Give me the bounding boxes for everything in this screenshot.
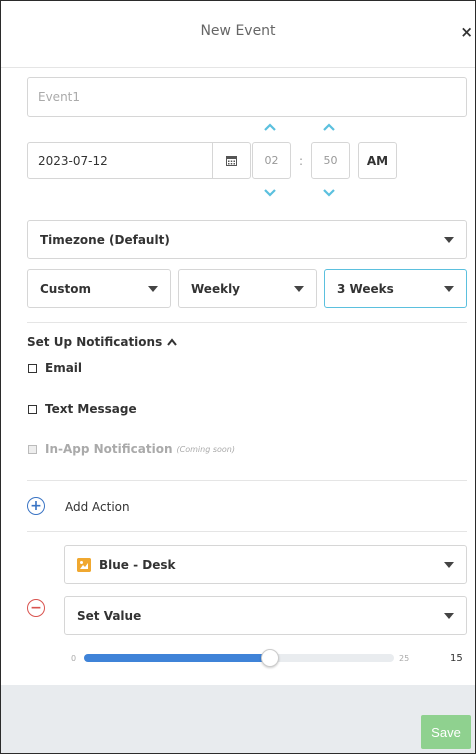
dialog-footer: Save — [1, 685, 475, 753]
new-event-dialog: New Event × 2023-07-12 02 : — [0, 0, 476, 754]
in-app-label: In-App Notification — [45, 442, 173, 456]
date-value: 2023-07-12 — [38, 153, 108, 168]
divider — [27, 480, 467, 481]
add-action-button[interactable]: + — [27, 497, 45, 515]
caret-down-icon — [148, 285, 158, 292]
notifications-title: Set Up Notifications — [27, 335, 163, 349]
dialog-title: New Event — [200, 23, 276, 39]
recurrence-type-value: Custom — [40, 281, 91, 296]
value-slider-handle[interactable] — [261, 649, 279, 667]
slider-max-label: 25 — [399, 654, 410, 663]
recurrence-frequency-select[interactable]: Weekly — [178, 269, 317, 308]
slider-value-readout: 15 — [450, 653, 463, 664]
text-message-label: Text Message — [45, 402, 137, 416]
email-label: Email — [45, 361, 83, 375]
in-app-checkbox — [28, 444, 37, 454]
hour-down-chevron-icon[interactable] — [264, 188, 276, 198]
caret-down-icon — [444, 612, 454, 619]
email-checkbox[interactable] — [28, 363, 37, 373]
email-checkbox-row[interactable]: Email — [28, 361, 82, 375]
minute-field[interactable]: 50 — [311, 142, 350, 179]
chevron-up-icon — [167, 338, 178, 346]
caret-down-icon — [294, 285, 304, 292]
recurrence-interval-select[interactable]: 3 Weeks — [324, 269, 467, 308]
minute-up-chevron-icon[interactable] — [323, 122, 335, 132]
add-action-label[interactable]: Add Action — [65, 500, 130, 514]
dialog-header: New Event × — [1, 1, 475, 68]
recurrence-type-select[interactable]: Custom — [27, 269, 171, 308]
in-app-checkbox-row: In-App Notification (Coming soon) — [28, 442, 235, 456]
device-value: Blue - Desk — [99, 557, 176, 572]
property-select[interactable]: Set Value — [64, 596, 467, 635]
date-field[interactable]: 2023-07-12 — [27, 142, 251, 179]
timezone-value: Timezone (Default) — [40, 232, 170, 247]
time-separator: : — [299, 154, 304, 168]
divider — [27, 531, 467, 532]
lightbulb-device-icon — [77, 557, 91, 572]
save-button[interactable]: Save — [421, 715, 471, 749]
caret-down-icon — [444, 561, 454, 568]
event-name-input[interactable] — [28, 78, 466, 116]
recurrence-interval-value: 3 Weeks — [337, 281, 394, 296]
slider-min-label: 0 — [71, 654, 77, 663]
device-select[interactable]: Blue - Desk — [64, 545, 467, 584]
hour-field[interactable]: 02 — [252, 142, 291, 179]
coming-soon-note: (Coming soon) — [176, 444, 235, 454]
minute-down-chevron-icon[interactable] — [323, 188, 335, 198]
timezone-select[interactable]: Timezone (Default) — [27, 220, 467, 259]
remove-action-button[interactable]: − — [27, 599, 45, 617]
event-name-field[interactable] — [27, 77, 467, 117]
caret-down-icon — [444, 236, 454, 243]
calendar-icon[interactable] — [212, 143, 250, 178]
text-message-checkbox-row[interactable]: Text Message — [28, 402, 137, 416]
close-icon[interactable]: × — [460, 23, 473, 41]
recurrence-frequency-value: Weekly — [191, 281, 241, 296]
property-value: Set Value — [77, 608, 142, 623]
value-slider-fill — [84, 654, 270, 662]
notifications-toggle[interactable]: Set Up Notifications — [27, 335, 178, 349]
hour-up-chevron-icon[interactable] — [264, 122, 276, 132]
divider — [27, 322, 467, 323]
text-message-checkbox[interactable] — [28, 404, 37, 414]
caret-down-icon — [444, 285, 454, 292]
ampm-toggle-button[interactable]: AM — [358, 142, 397, 179]
